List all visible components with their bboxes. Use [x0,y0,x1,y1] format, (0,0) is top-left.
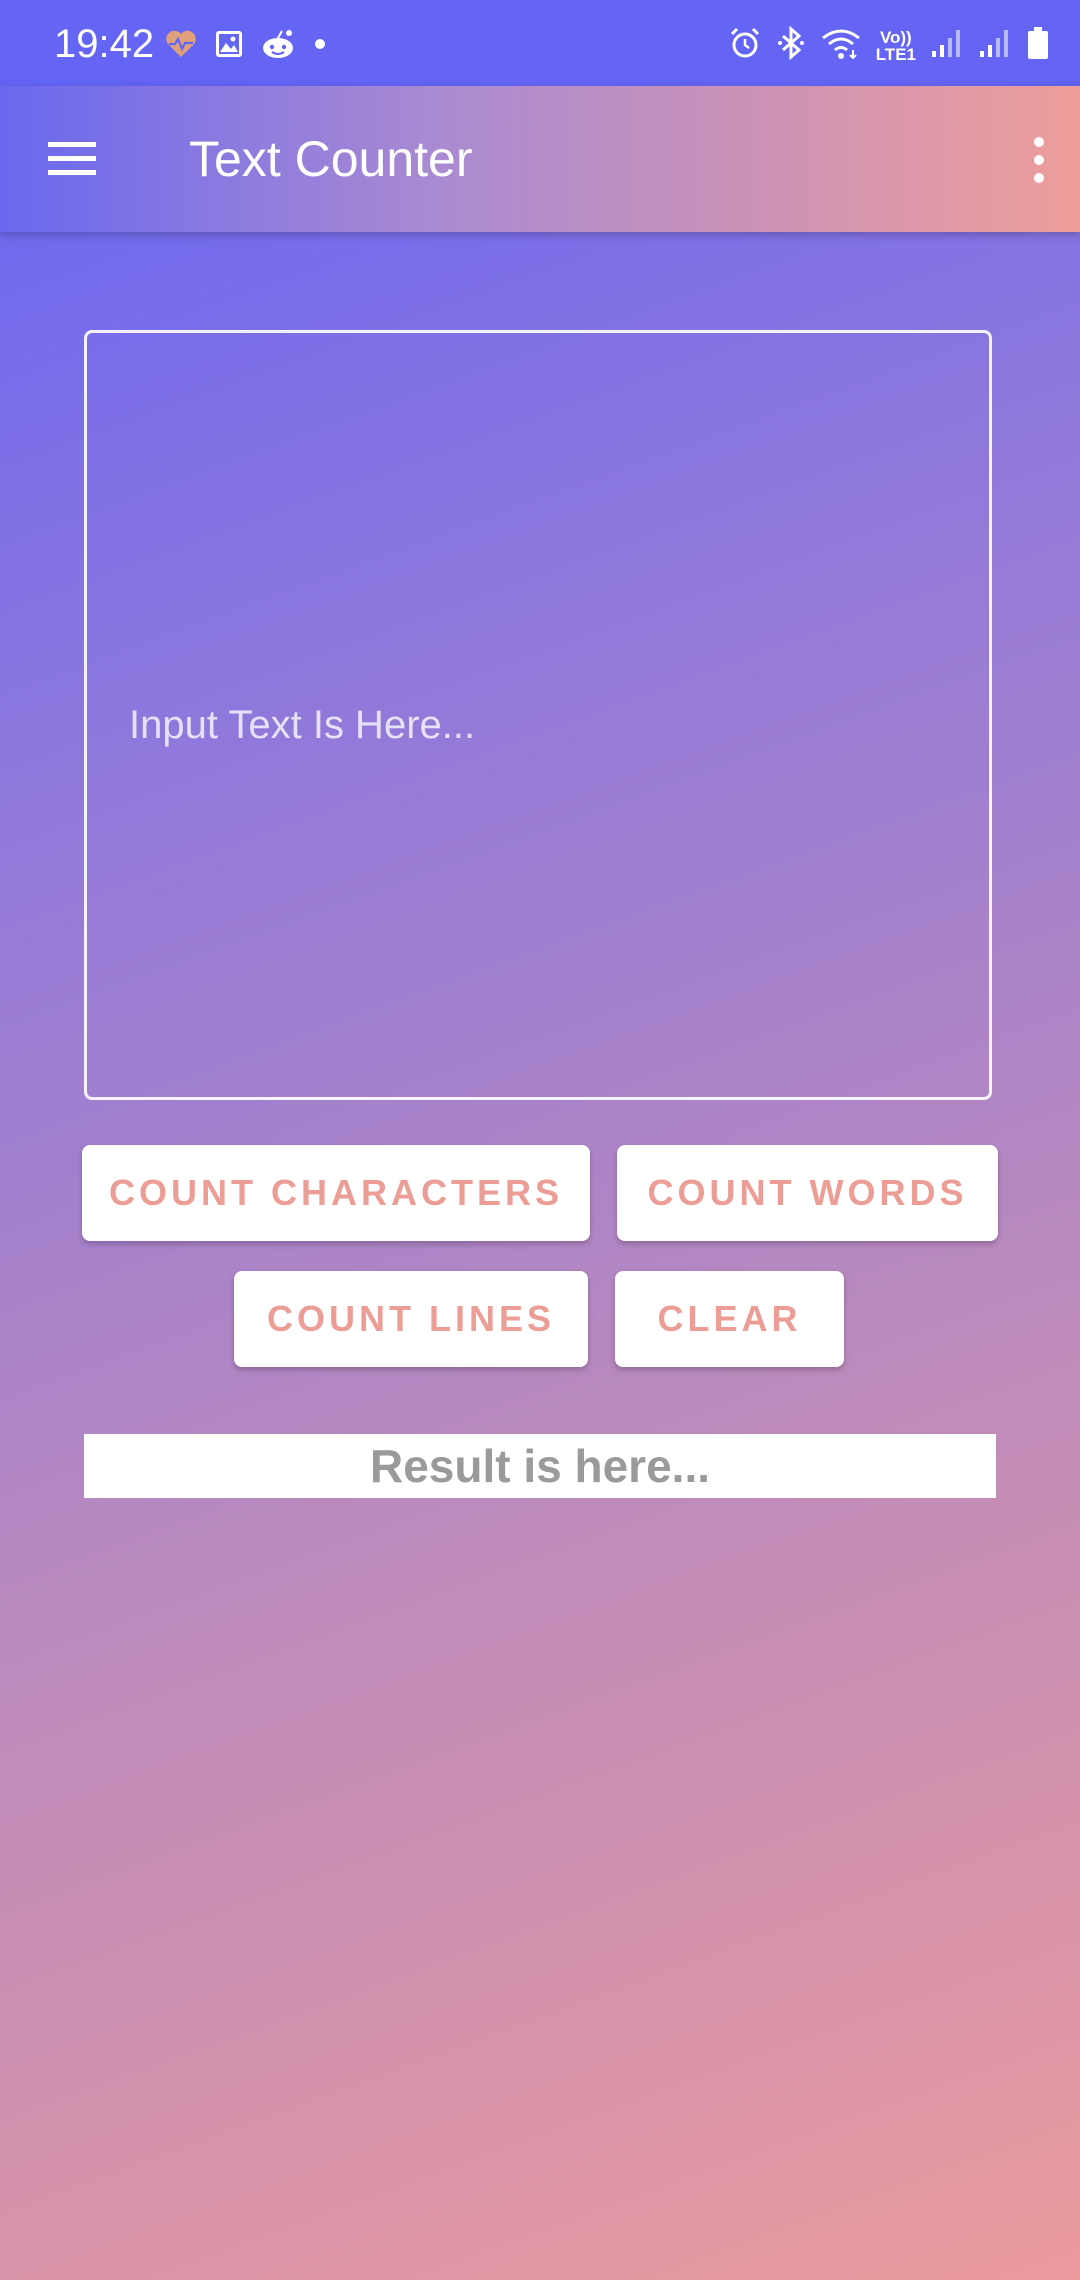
count-characters-button[interactable]: COUNT CHARACTERS [82,1145,590,1241]
battery-icon [1026,26,1050,65]
network-type-label: Vo)) LTE1 [876,29,916,63]
signal-icon [930,27,964,64]
more-vert-icon[interactable] [1014,130,1064,190]
count-words-button[interactable]: COUNT WORDS [617,1145,998,1241]
alarm-icon [728,26,762,65]
wifi-icon [820,26,862,65]
heart-monitor-icon [164,29,198,64]
status-bar: 19:42 Vo)) LTE1 [0,0,1080,86]
count-lines-button[interactable]: COUNT LINES [234,1271,588,1367]
app-bar: Text Counter [0,86,1080,232]
clear-button[interactable]: CLEAR [615,1271,844,1367]
gallery-icon [214,29,244,64]
bluetooth-icon [776,25,806,65]
status-right-icons: Vo)) LTE1 [728,25,1050,65]
input-placeholder: Input Text Is Here... [129,703,476,747]
dot-icon [312,36,328,57]
app-title: Text Counter [189,131,473,187]
hamburger-menu-icon[interactable] [40,132,104,184]
status-left-icons [164,28,328,65]
result-box: Result is here... [84,1434,996,1498]
lte-label: LTE1 [875,44,916,64]
text-input-field[interactable]: Input Text Is Here... [84,330,992,1100]
reddit-icon [260,28,296,65]
signal-icon-secondary [978,27,1012,64]
volte-label: Vo)) [879,27,912,47]
result-text: Result is here... [369,1440,710,1492]
status-time: 19:42 [54,22,155,66]
